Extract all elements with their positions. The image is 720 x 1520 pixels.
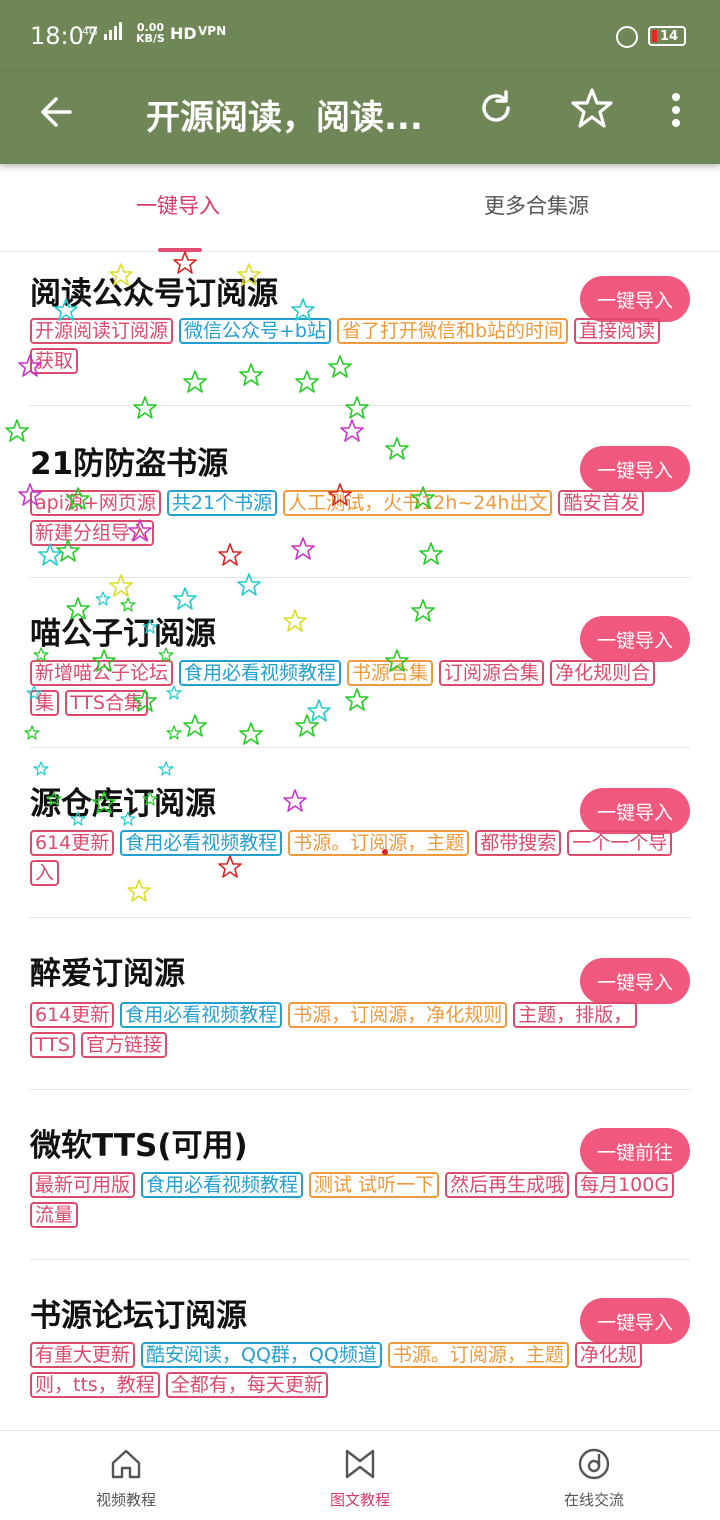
tab-more-collections[interactable]: 更多合集源: [484, 190, 589, 220]
tag: 酷安阅读，QQ群，QQ频道: [141, 1342, 382, 1368]
app-bar: 开源阅读，阅读...: [0, 72, 720, 164]
refresh-icon[interactable]: [476, 88, 516, 128]
nav-label: 视频教程: [95, 1491, 156, 1509]
tag: 食用必看视频教程: [179, 660, 342, 686]
divider: [30, 1089, 690, 1090]
home-icon: [111, 1449, 141, 1479]
tag: 人工测试，火书12h~24h出文: [283, 490, 553, 516]
source-name: 源仓库订阅源: [30, 786, 216, 822]
tag: 食用必看视频教程: [120, 1002, 283, 1028]
bottom-nav: 视频教程 图文教程 在线交流: [0, 1430, 720, 1520]
tag-list: api源+网页源 共21个书源 人工测试，火书12h~24h出文 酷安首发新建分组导入: [30, 488, 670, 548]
nav-online-chat[interactable]: 在线交流: [534, 1447, 654, 1510]
net-speed: 0.00 KB/S: [136, 22, 165, 44]
speed-unit: KB/S: [136, 32, 165, 45]
signal-icon: 4G: [82, 22, 122, 40]
tag: 书源，订阅源，净化规则: [288, 1002, 508, 1028]
tag-list: 614更新 食用必看视频教程 书源。订阅源，主题 都带搜索 一个一个导入: [30, 828, 673, 888]
divider: [30, 577, 690, 578]
divider: [30, 747, 690, 748]
network-type: 4G: [82, 24, 98, 38]
more-vertical-icon[interactable]: [668, 92, 684, 128]
nav-graphic-tutorial[interactable]: 图文教程: [300, 1447, 420, 1510]
tag: 省了打开微信和b站的时间: [337, 318, 569, 344]
goto-button[interactable]: 一键前往: [580, 1128, 690, 1174]
tag-list: 最新可用版 食用必看视频教程 测试 试听一下 然后再生成哦 每月100G流量: [30, 1170, 675, 1230]
tag: 最新可用版: [30, 1172, 136, 1198]
tag: 都带搜索: [475, 830, 562, 856]
disc-icon: [578, 1448, 610, 1480]
status-bar: 18:07 4G 0.00 KB/S HD VPN 14: [0, 0, 720, 72]
source-name: 书源论坛订阅源: [30, 1298, 247, 1334]
source-name: 21防防盗书源: [30, 446, 229, 482]
source-name: 微软TTS(可用): [30, 1128, 248, 1164]
divider: [30, 1259, 690, 1260]
star-icon[interactable]: [570, 86, 614, 130]
tag-list: 有重大更新 酷安阅读，QQ群，QQ频道 书源。订阅源，主题 净化规则，tts，教程 全都…: [30, 1340, 670, 1400]
tag: 食用必看视频教程: [141, 1172, 304, 1198]
battery-icon: 14: [648, 26, 686, 46]
nav-video-tutorial[interactable]: 视频教程: [66, 1447, 186, 1510]
tag-list: 新增喵公子论坛 食用必看视频教程 书源合集 订阅源合集 净化规则合集 TTS合集: [30, 658, 670, 718]
nav-label: 图文教程: [329, 1491, 390, 1509]
import-button[interactable]: 一键导入: [580, 446, 690, 492]
tag: 新建分组导入: [30, 520, 155, 546]
tag-list: 开源阅读订阅源 微信公众号+b站 省了打开微信和b站的时间 直接阅读获取: [30, 316, 670, 376]
source-name: 醉爱订阅源: [30, 956, 185, 992]
tag: api源+网页源: [30, 490, 161, 516]
tag: 有重大更新: [30, 1342, 136, 1368]
tag: 官方链接: [80, 1032, 167, 1058]
tag: 然后再生成哦: [445, 1172, 570, 1198]
bookmark-icon: [345, 1449, 375, 1479]
tag: 食用必看视频教程: [120, 830, 283, 856]
rotation-lock-icon: [616, 26, 638, 48]
tag: 614更新: [30, 830, 115, 856]
tag: 订阅源合集: [439, 660, 545, 686]
tag: 书源。订阅源，主题: [387, 1342, 569, 1368]
tab-indicator: [158, 248, 202, 252]
tag: 新增喵公子论坛: [30, 660, 174, 686]
tab-bar: 一键导入 更多合集源: [0, 164, 720, 252]
import-button[interactable]: 一键导入: [580, 1298, 690, 1344]
tab-one-click-import[interactable]: 一键导入: [136, 190, 220, 220]
arrow-left-icon[interactable]: [36, 92, 76, 132]
import-button[interactable]: 一键导入: [580, 958, 690, 1004]
nav-label: 在线交流: [563, 1491, 624, 1509]
tag: 共21个书源: [166, 490, 278, 516]
tag: TTS合集: [65, 690, 148, 716]
source-name: 喵公子订阅源: [30, 616, 216, 652]
tag: 全都有，每天更新: [165, 1372, 328, 1398]
tag: 微信公众号+b站: [179, 318, 331, 344]
hd-indicator: HD: [170, 24, 197, 43]
divider: [30, 917, 690, 918]
source-name: 阅读公众号订阅源: [30, 276, 278, 312]
battery-level: 14: [660, 28, 679, 44]
tag-list: 614更新 食用必看视频教程 书源，订阅源，净化规则 主题，排版，TTS 官方链接: [30, 1000, 670, 1060]
import-button[interactable]: 一键导入: [580, 616, 690, 662]
tag: 酷安首发: [558, 490, 645, 516]
tag: 书源合集: [347, 660, 434, 686]
tag: 测试 试听一下: [309, 1172, 440, 1198]
tag: 开源阅读订阅源: [30, 318, 174, 344]
tag: 614更新: [30, 1002, 115, 1028]
divider: [30, 405, 690, 406]
tag: 书源。订阅源，主题: [288, 830, 470, 856]
page-title: 开源阅读，阅读...: [146, 98, 423, 138]
vpn-indicator: VPN: [198, 24, 227, 38]
